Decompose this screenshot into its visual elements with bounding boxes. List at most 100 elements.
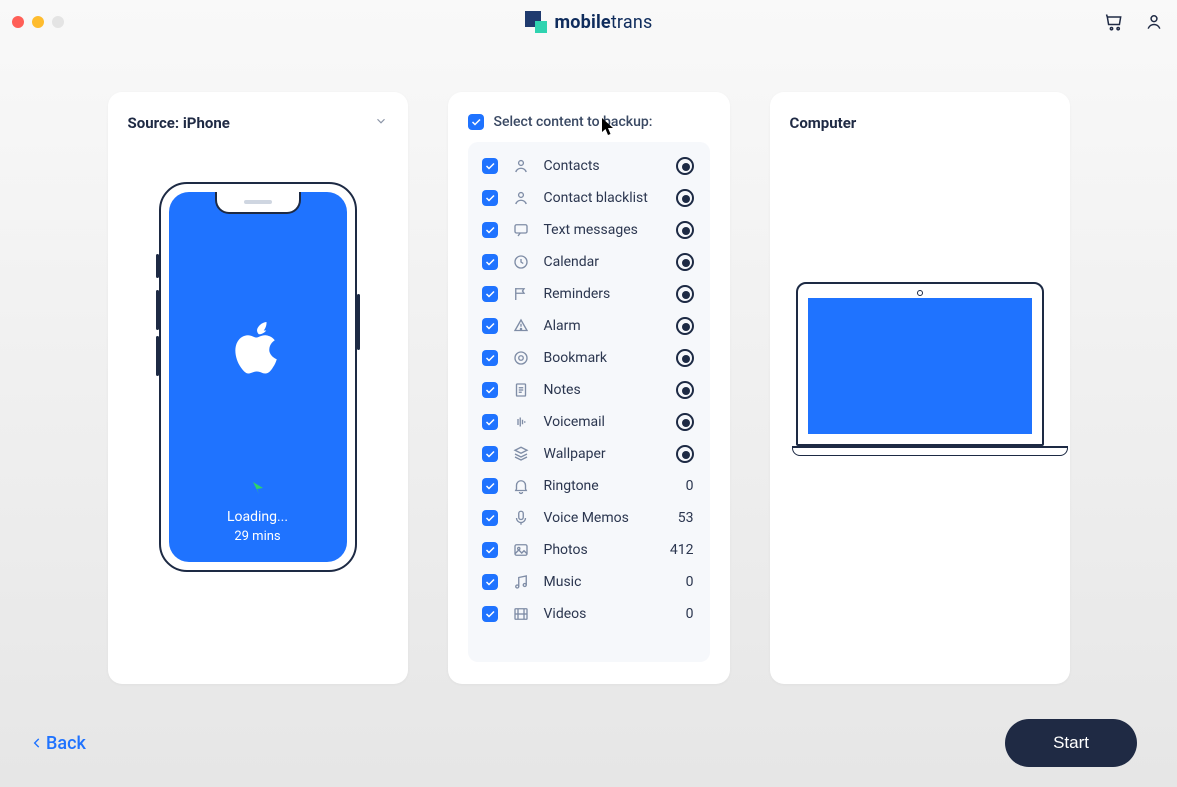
zoom-window[interactable] [52, 16, 64, 28]
item-label: Voicemail [544, 414, 662, 430]
loading-spinner-icon [676, 381, 694, 399]
item-label: Wallpaper [544, 446, 662, 462]
item-count: 0 [660, 574, 694, 590]
start-label: Start [1053, 733, 1089, 752]
content-row-bookmark[interactable]: Bookmark [474, 342, 704, 374]
item-label: Contacts [544, 158, 662, 174]
content-row-notes[interactable]: Notes [474, 374, 704, 406]
loading-spinner-icon [676, 317, 694, 335]
content-row-ringtone[interactable]: Ringtone 0 [474, 470, 704, 502]
item-checkbox[interactable] [482, 414, 498, 430]
content-card: Select content to backup: ContactsContac… [448, 92, 730, 684]
content-row-contact-blacklist[interactable]: Contact blacklist [474, 182, 704, 214]
loading-spinner-icon [676, 221, 694, 239]
content-row-voice-memos[interactable]: Voice Memos 53 [474, 502, 704, 534]
loading-spinner-icon [676, 189, 694, 207]
item-label: Videos [544, 606, 646, 622]
item-checkbox[interactable] [482, 382, 498, 398]
item-checkbox[interactable] [482, 350, 498, 366]
item-checkbox[interactable] [482, 318, 498, 334]
item-checkbox[interactable] [482, 222, 498, 238]
content-row-voicemail[interactable]: Voicemail [474, 406, 704, 438]
item-checkbox[interactable] [482, 510, 498, 526]
back-label: Back [46, 733, 86, 754]
loading-spinner-icon [676, 413, 694, 431]
laptop-illustration [792, 282, 1048, 456]
dest-card: Computer [770, 92, 1070, 684]
select-all-checkbox[interactable] [468, 114, 484, 130]
photo-icon [512, 541, 530, 559]
content-row-reminders[interactable]: Reminders [474, 278, 704, 310]
item-count: 0 [660, 478, 694, 494]
loading-spinner-icon [676, 445, 694, 463]
close-window[interactable] [12, 16, 24, 28]
loading-label: Loading... [227, 509, 288, 525]
content-row-music[interactable]: Music 0 [474, 566, 704, 598]
minimize-window[interactable] [32, 16, 44, 28]
bell-icon [512, 477, 530, 495]
main-stage: Source: iPhone Loading... 29 mins Select… [0, 44, 1177, 684]
source-label: Source: iPhone [128, 114, 230, 132]
content-row-alarm[interactable]: Alarm [474, 310, 704, 342]
select-header: Select content to backup: [494, 114, 653, 130]
loading-time: 29 mins [234, 529, 280, 544]
item-checkbox[interactable] [482, 158, 498, 174]
content-row-videos[interactable]: Videos0 [474, 598, 704, 630]
content-row-text-messages[interactable]: Text messages [474, 214, 704, 246]
indicator-icon [253, 482, 263, 494]
dest-label: Computer [790, 114, 857, 132]
user-icon [512, 157, 530, 175]
cal-icon [512, 253, 530, 271]
app-logo: mobiletrans [0, 11, 1177, 33]
brand-a: mobile [555, 12, 611, 33]
item-count: 53 [660, 510, 694, 526]
layers-icon [512, 445, 530, 463]
start-button[interactable]: Start [1005, 719, 1137, 767]
chat-icon [512, 221, 530, 239]
item-count: 412 [660, 542, 694, 558]
item-label: Voice Memos [544, 510, 646, 526]
content-row-contacts[interactable]: Contacts [474, 150, 704, 182]
item-label: Contact blacklist [544, 190, 662, 206]
item-checkbox[interactable] [482, 286, 498, 302]
item-label: Ringtone [544, 478, 646, 494]
item-label: Music [544, 574, 646, 590]
mic-icon [512, 509, 530, 527]
phone-illustration: Loading... 29 mins [159, 182, 357, 572]
loading-spinner-icon [676, 349, 694, 367]
apple-icon [228, 317, 288, 377]
music-icon [512, 573, 530, 591]
back-button[interactable]: Back [30, 733, 86, 754]
content-list[interactable]: Contacts Contact blacklist Text messages Ca… [468, 142, 710, 662]
window-controls [12, 16, 64, 28]
item-label: Text messages [544, 222, 662, 238]
item-checkbox[interactable] [482, 574, 498, 590]
content-row-calendar[interactable]: Calendar [474, 246, 704, 278]
item-label: Bookmark [544, 350, 662, 366]
item-label: Calendar [544, 254, 662, 270]
note-icon [512, 381, 530, 399]
content-row-photos[interactable]: Photos412 [474, 534, 704, 566]
user-icon [512, 189, 530, 207]
loading-spinner-icon [676, 157, 694, 175]
item-checkbox[interactable] [482, 478, 498, 494]
content-row-wallpaper[interactable]: Wallpaper [474, 438, 704, 470]
cart-icon[interactable] [1103, 11, 1125, 33]
item-checkbox[interactable] [482, 542, 498, 558]
item-checkbox[interactable] [482, 190, 498, 206]
item-label: Notes [544, 382, 662, 398]
source-card: Source: iPhone Loading... 29 mins [108, 92, 408, 684]
logo-icon [525, 11, 547, 33]
loading-spinner-icon [676, 253, 694, 271]
item-label: Reminders [544, 286, 662, 302]
item-checkbox[interactable] [482, 606, 498, 622]
account-icon[interactable] [1143, 11, 1165, 33]
voicemail-icon [512, 413, 530, 431]
bookmark-icon [512, 349, 530, 367]
titlebar: mobiletrans [0, 0, 1177, 44]
loading-spinner-icon [676, 285, 694, 303]
flag-icon [512, 285, 530, 303]
item-checkbox[interactable] [482, 254, 498, 270]
item-checkbox[interactable] [482, 446, 498, 462]
source-select-chevron-icon[interactable] [374, 114, 388, 132]
